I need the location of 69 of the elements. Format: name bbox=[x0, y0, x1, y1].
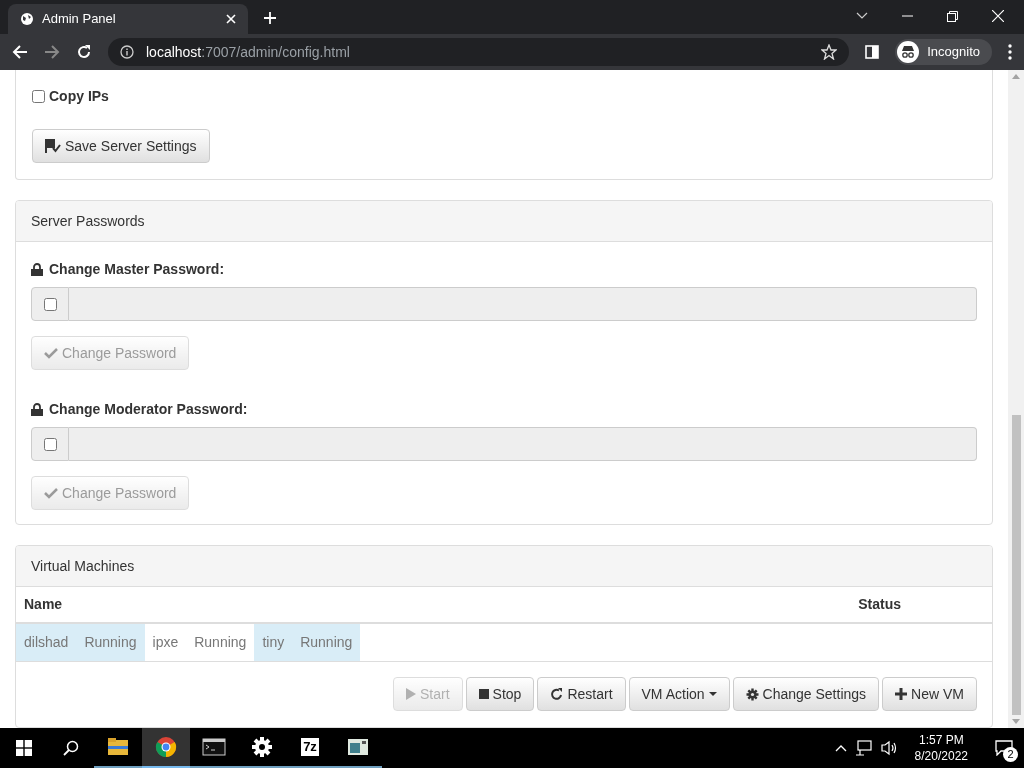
reload-icon[interactable] bbox=[76, 44, 92, 60]
clock-time[interactable]: 1:57 PM bbox=[918, 732, 964, 748]
incognito-profile[interactable]: Incognito bbox=[895, 39, 992, 65]
search-icon[interactable] bbox=[63, 740, 79, 756]
check-icon bbox=[44, 487, 58, 499]
close-icon[interactable] bbox=[992, 10, 1004, 22]
back-icon[interactable] bbox=[12, 44, 28, 60]
field-label: Change Moderator Password: bbox=[49, 400, 248, 419]
new-tab-icon[interactable] bbox=[264, 12, 276, 24]
checkbox[interactable] bbox=[32, 90, 45, 103]
notification-count: 2 bbox=[1003, 747, 1018, 762]
taskbar-app[interactable]: 7z bbox=[286, 728, 334, 768]
close-icon[interactable] bbox=[226, 14, 236, 24]
speaker-icon[interactable] bbox=[880, 740, 899, 756]
panel-title: Virtual Machines bbox=[31, 556, 135, 576]
panel-title: Server Passwords bbox=[31, 211, 145, 231]
terminal-icon bbox=[202, 735, 226, 759]
address-bar[interactable]: localhost:7007/admin/config.html bbox=[108, 38, 850, 66]
notification-button[interactable]: 2 bbox=[984, 728, 1024, 768]
vm-action-button[interactable]: New VM bbox=[882, 677, 977, 711]
gear-icon bbox=[250, 735, 274, 759]
stop-icon bbox=[478, 689, 489, 699]
vm-action-button[interactable]: Stop bbox=[465, 677, 535, 711]
plus-icon bbox=[895, 688, 908, 700]
vm-status: Running bbox=[193, 633, 248, 652]
play-icon bbox=[406, 688, 416, 700]
chrome-icon bbox=[154, 735, 178, 759]
column-header: Status bbox=[858, 595, 901, 614]
field-label: Change Master Password: bbox=[49, 260, 225, 279]
url-text: localhost:7007/admin/config.html bbox=[146, 42, 351, 62]
vm-action-button[interactable]: VM Action bbox=[628, 677, 730, 711]
restart-icon bbox=[550, 687, 564, 701]
globe-icon bbox=[20, 12, 34, 26]
tab-title: Admin Panel bbox=[42, 10, 117, 29]
vm-name: ipxe bbox=[151, 633, 180, 652]
column-header: Name bbox=[24, 595, 63, 614]
vm-name: tiny bbox=[261, 633, 286, 652]
checkbox-label: Copy IPs bbox=[49, 87, 109, 106]
profile-label: Incognito bbox=[927, 43, 980, 62]
network-icon[interactable] bbox=[854, 740, 873, 756]
vm-status: Running bbox=[83, 633, 138, 652]
check-icon bbox=[44, 347, 58, 359]
notification-icon bbox=[995, 740, 1013, 756]
clock-date[interactable]: 8/20/2022 bbox=[914, 748, 968, 764]
archiver-icon: 7z bbox=[301, 738, 319, 756]
browser-tab[interactable]: Admin Panel bbox=[8, 4, 248, 34]
star-icon[interactable] bbox=[821, 44, 838, 60]
side-panel-icon[interactable] bbox=[865, 45, 880, 59]
vm-row[interactable]: dilshad Running bbox=[16, 624, 145, 661]
incognito-icon bbox=[897, 41, 920, 63]
restore-icon[interactable] bbox=[947, 10, 958, 22]
more-menu-icon[interactable] bbox=[1008, 44, 1012, 60]
forward-icon[interactable] bbox=[44, 44, 60, 60]
chevron-down-icon[interactable] bbox=[856, 12, 868, 20]
vm-row[interactable]: tiny Running bbox=[254, 624, 361, 661]
taskbar-app[interactable] bbox=[142, 728, 190, 768]
lock-icon bbox=[31, 403, 43, 416]
vm-name: dilshad bbox=[23, 633, 70, 652]
vm-status: Running bbox=[299, 633, 354, 652]
chevron-up-icon[interactable] bbox=[834, 744, 847, 752]
info-icon bbox=[120, 45, 134, 59]
gear-icon bbox=[745, 687, 759, 701]
caret-icon bbox=[708, 692, 717, 696]
lock-icon bbox=[31, 263, 43, 276]
windows-start-icon[interactable] bbox=[16, 740, 32, 756]
vm-action-button[interactable]: Restart bbox=[537, 677, 626, 711]
save-settings-button[interactable]: Save Server Settings bbox=[32, 129, 210, 163]
vm-action-button[interactable]: Change Settings bbox=[732, 677, 880, 711]
flag-check-icon bbox=[45, 139, 61, 153]
